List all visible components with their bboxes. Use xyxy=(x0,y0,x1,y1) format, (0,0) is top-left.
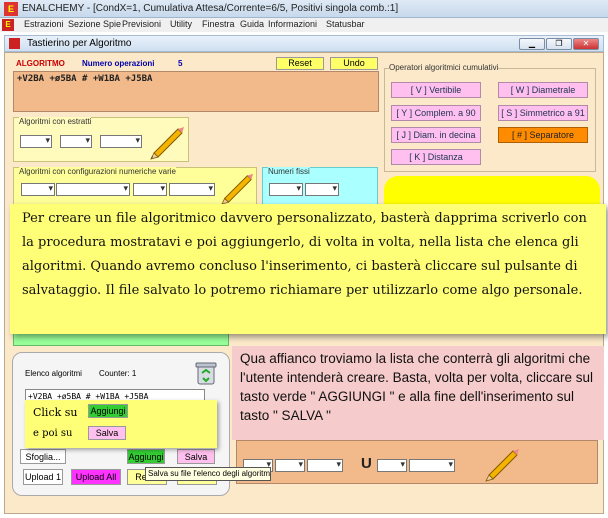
operators-title: Operatori algoritmici cumulativi xyxy=(389,63,499,72)
salva-button[interactable]: Salva xyxy=(177,449,215,464)
algo-label: ALGORITMO xyxy=(16,59,65,68)
menu-informazioni[interactable]: Informazioni xyxy=(268,19,317,29)
yellow-explanation-note: Per creare un file algoritmico davvero p… xyxy=(10,204,606,334)
menu-estrazioni[interactable]: Estrazioni xyxy=(24,19,64,29)
estratti-dropdown-2[interactable] xyxy=(60,135,92,148)
recycle-bin-icon[interactable] xyxy=(195,361,217,385)
click-hint-note: Click su Aggiungi e poi su Salva xyxy=(25,400,217,448)
fissi-dropdown-1[interactable] xyxy=(269,183,303,196)
bottom-panel: U xyxy=(236,440,598,484)
upload1-button[interactable]: Upload 1 xyxy=(23,469,63,485)
inner-window-title: Tastierino per Algoritmo xyxy=(27,38,132,49)
ops-label: Numero operazioni xyxy=(82,59,155,68)
menu-utility[interactable]: Utility xyxy=(170,19,192,29)
menu-sezione-spie[interactable]: Sezione Spie xyxy=(68,19,121,29)
menu-app-icon[interactable]: E xyxy=(2,19,14,31)
op-complem-button[interactable]: [ Y ] Complem. a 90 xyxy=(391,105,481,121)
hint-aggiungi-button: Aggiungi xyxy=(88,404,128,418)
bottom-dropdown-2[interactable] xyxy=(275,459,305,472)
minimize-button[interactable]: ▁ xyxy=(519,38,545,50)
estratti-dropdown-1[interactable] xyxy=(20,135,52,148)
numeriche-dropdown-1[interactable] xyxy=(21,183,55,196)
ops-count: 5 xyxy=(178,59,183,68)
estratti-dropdown-3[interactable] xyxy=(100,135,142,148)
hint-salva-button: Salva xyxy=(88,426,126,440)
menu-previsioni[interactable]: Previsioni xyxy=(122,19,161,29)
menu-guida[interactable]: Guida xyxy=(240,19,264,29)
app-icon: E xyxy=(4,2,18,16)
op-simmetrico-button[interactable]: [ S ] Simmetrico a 91 xyxy=(498,105,588,121)
maximize-button[interactable]: ❐ xyxy=(546,38,572,50)
numeriche-dropdown-3[interactable] xyxy=(133,183,167,196)
group-fissi: Numeri fissi xyxy=(262,167,378,207)
op-vertibile-button[interactable]: [ V ] Vertibile xyxy=(391,82,481,98)
group-fissi-title: Numeri fissi xyxy=(268,167,310,176)
pencil-icon-3[interactable] xyxy=(483,445,521,483)
numeriche-dropdown-4[interactable] xyxy=(169,183,215,196)
inner-window-icon xyxy=(9,38,20,49)
menu-finestra[interactable]: Finestra xyxy=(202,19,235,29)
save-tooltip: Salva su file l'elenco degli algoritmi xyxy=(145,467,271,481)
numeriche-dropdown-2[interactable] xyxy=(56,183,130,196)
fissi-dropdown-2[interactable] xyxy=(305,183,339,196)
sfoglia-button[interactable]: Sfoglia... xyxy=(20,449,66,464)
bottom-dropdown-3[interactable] xyxy=(307,459,343,472)
op-diametrale-button[interactable]: [ W ] Diametrale xyxy=(498,82,588,98)
bottom-dropdown-5[interactable] xyxy=(409,459,455,472)
expression-text: +V2BA +ø5BA # +W1BA +J5BA xyxy=(17,74,153,84)
pink-explanation-note: Qua affianco troviamo la lista che conte… xyxy=(232,346,604,440)
menu-bar: E Estrazioni Sezione Spie Previsioni Uti… xyxy=(0,18,608,32)
op-distanza-button[interactable]: [ K ] Distanza xyxy=(391,149,481,165)
expression-box[interactable]: +V2BA +ø5BA # +W1BA +J5BA xyxy=(13,71,379,112)
undo-button[interactable]: Undo xyxy=(330,57,378,70)
upload-all-button[interactable]: Upload All xyxy=(71,469,121,485)
union-symbol: U xyxy=(361,455,372,472)
pencil-icon[interactable] xyxy=(148,123,186,161)
bottom-dropdown-4[interactable] xyxy=(377,459,407,472)
group-estratti-title: Algoritmi con estratti xyxy=(19,117,92,126)
op-diam-decina-button[interactable]: [ J ] Diam. in decina xyxy=(391,127,481,143)
group-estratti: Algoritmi con estratti xyxy=(13,117,189,162)
group-numeriche: Algoritmi con configurazioni numeriche v… xyxy=(13,167,257,207)
menu-statusbar[interactable]: Statusbar xyxy=(326,19,365,29)
pencil-icon-2[interactable] xyxy=(219,170,255,206)
click-on-label: Click su xyxy=(33,406,78,419)
aggiungi-button[interactable]: Aggiungi xyxy=(127,449,165,464)
group-numeriche-title: Algoritmi con configurazioni numeriche v… xyxy=(19,167,176,176)
title-bar: E ENALCHEMY - [CondX=1, Cumulativa Attes… xyxy=(0,0,608,18)
window-title: ENALCHEMY - [CondX=1, Cumulativa Attesa/… xyxy=(22,3,399,14)
list-counter: Counter: 1 xyxy=(99,369,137,378)
op-separatore-button[interactable]: [ # ] Separatore xyxy=(498,127,588,143)
inner-window-titlebar: Tastierino per Algoritmo ▁ ❐ ✕ xyxy=(4,35,604,52)
then-on-label: e poi su xyxy=(33,428,73,439)
list-title: Elenco algoritmi xyxy=(25,369,82,378)
close-button[interactable]: ✕ xyxy=(573,38,599,50)
reset-button[interactable]: Reset xyxy=(276,57,324,70)
